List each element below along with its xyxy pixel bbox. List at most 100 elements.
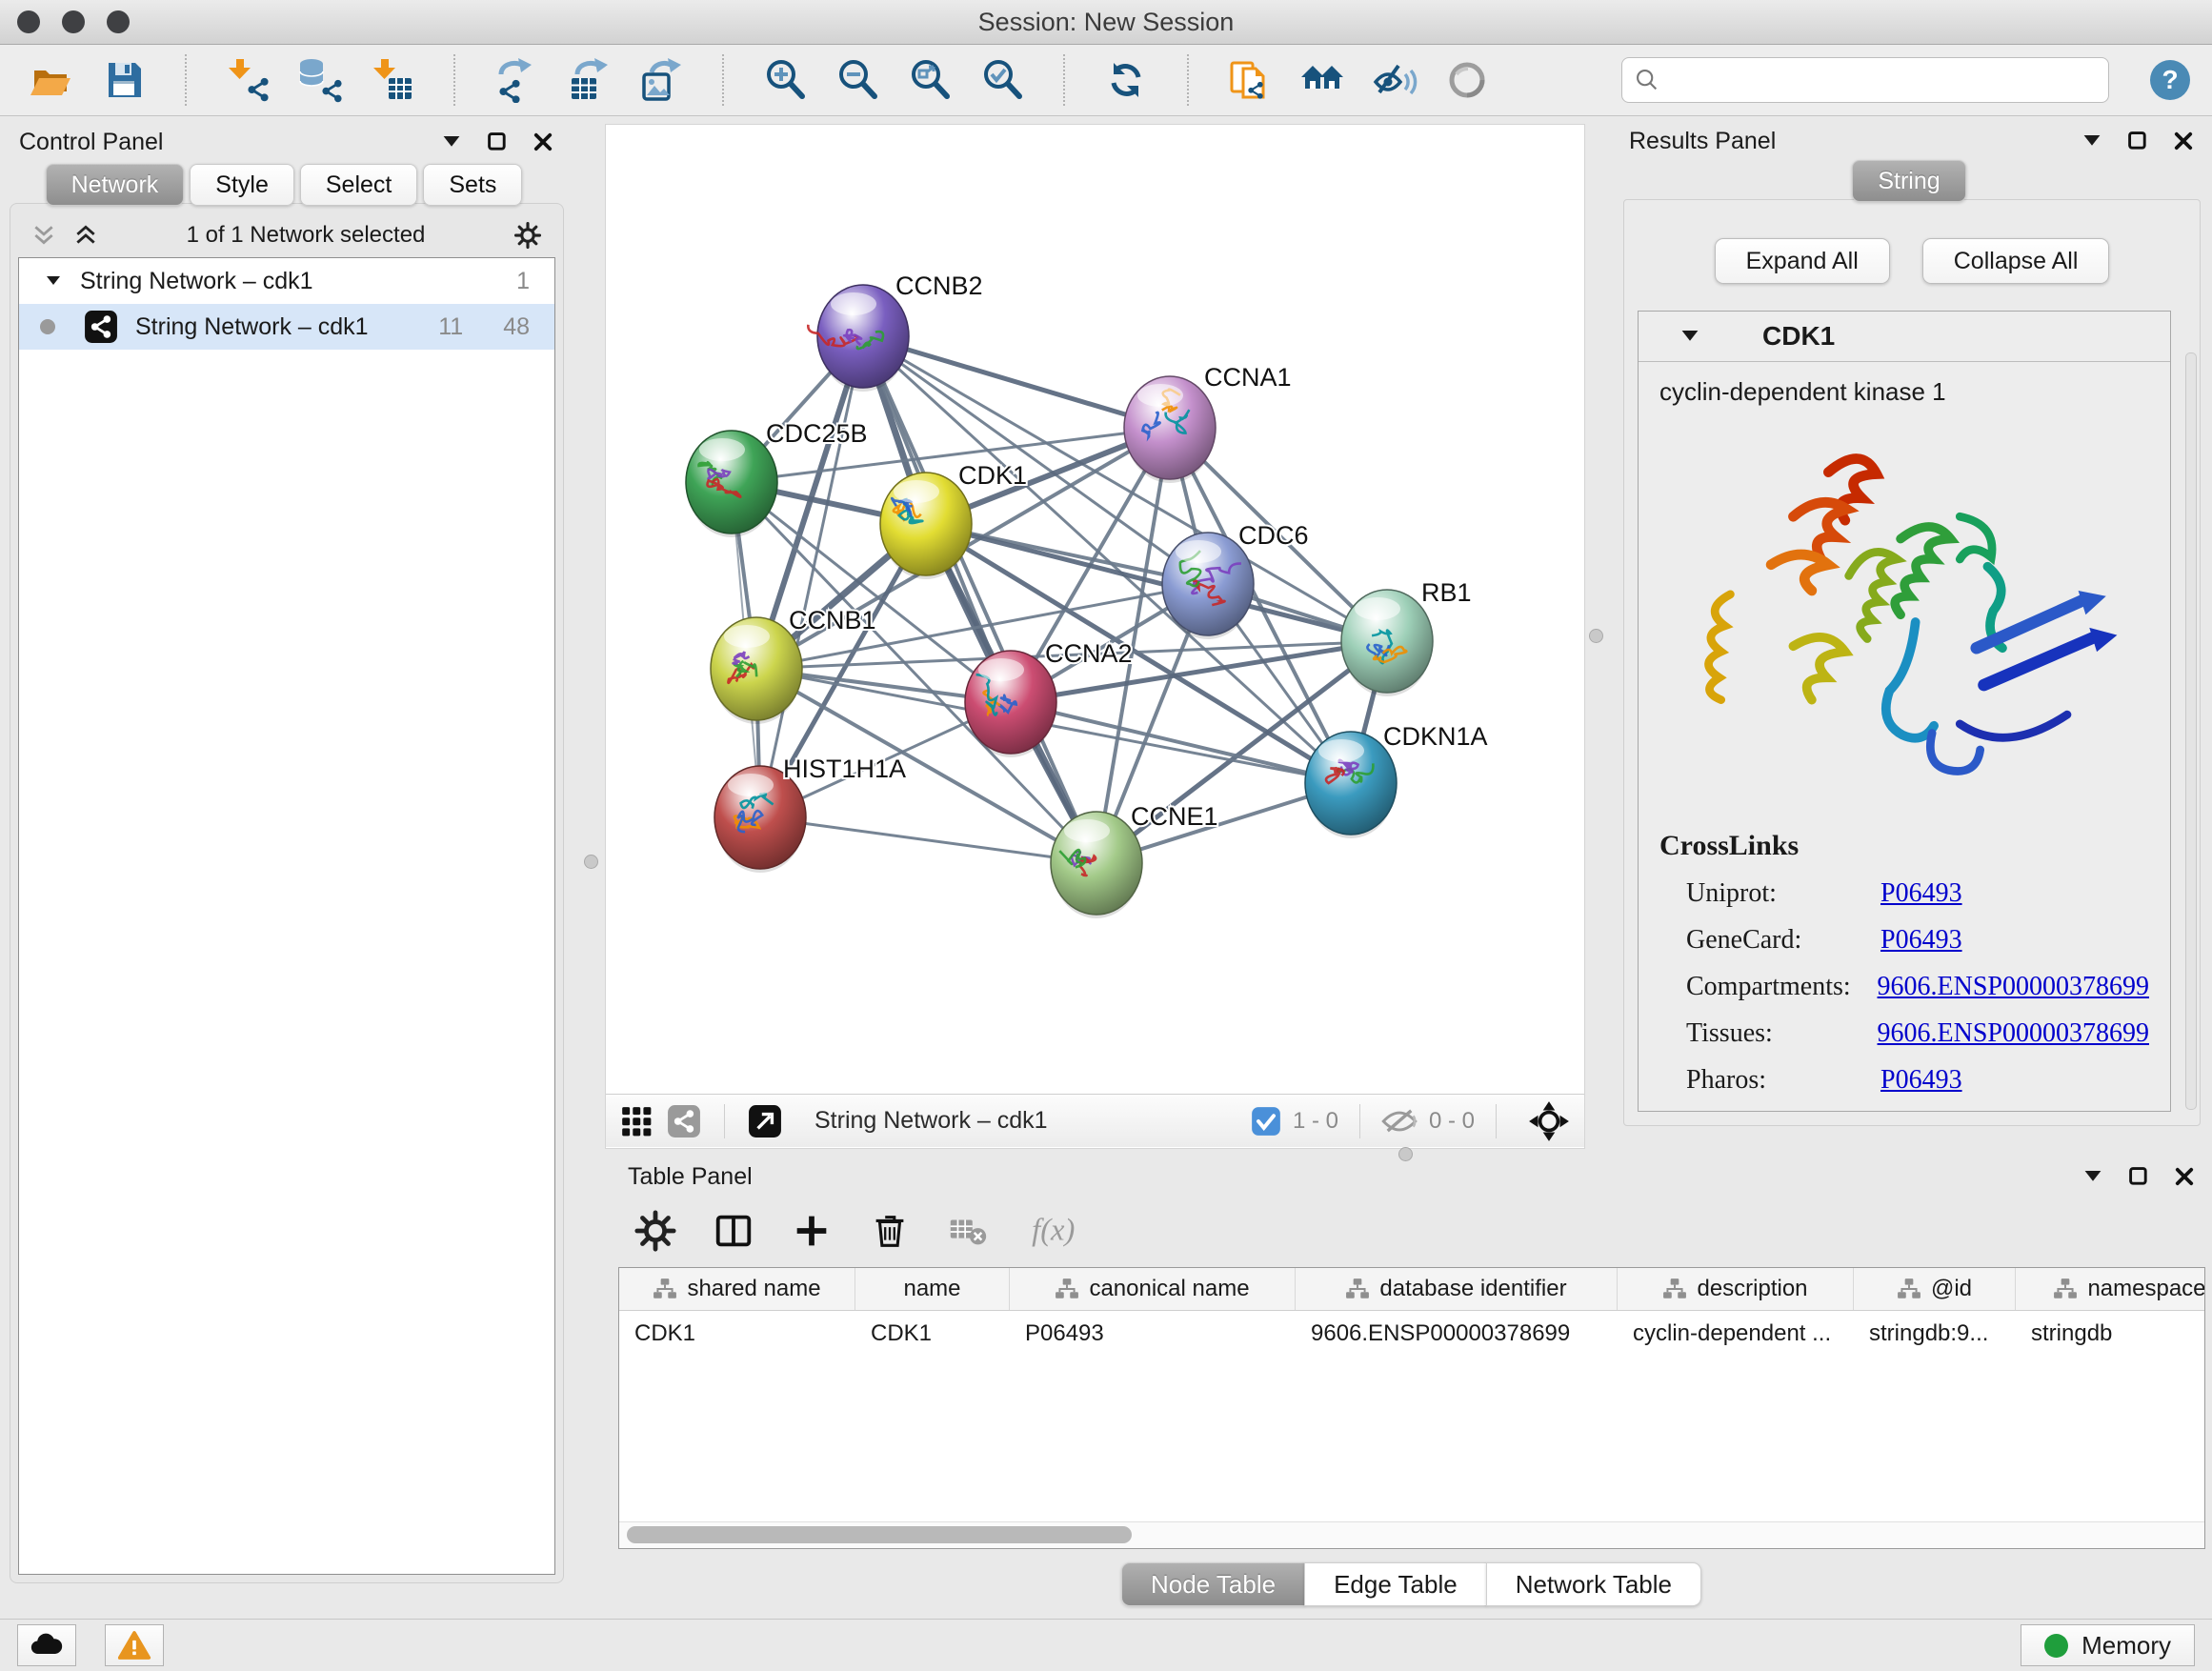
crosslink-link[interactable]: P06493 bbox=[1880, 878, 1962, 909]
network-edge[interactable] bbox=[863, 336, 1096, 863]
memory-button[interactable]: Memory bbox=[2021, 1624, 2195, 1666]
export-image-icon[interactable] bbox=[638, 57, 684, 103]
right-splitter-handle[interactable] bbox=[1589, 629, 1603, 643]
network-canvas[interactable]: CCNB2CCNA1CDC25BCDK1CDC6RB1CCNB1CCNA2CDK… bbox=[606, 125, 1584, 1094]
refresh-icon[interactable] bbox=[1103, 57, 1149, 103]
search-box[interactable] bbox=[1621, 57, 2109, 103]
close-panel-icon[interactable] bbox=[2173, 1165, 2196, 1188]
crosslink-link[interactable]: P06493 bbox=[1880, 925, 1962, 956]
help-icon[interactable]: ? bbox=[2147, 57, 2193, 103]
hidden-eye-icon[interactable] bbox=[1381, 1108, 1418, 1135]
save-session-icon[interactable] bbox=[101, 57, 147, 103]
tab-network-table[interactable]: Network Table bbox=[1486, 1562, 1701, 1606]
column-header[interactable]: description bbox=[1618, 1268, 1854, 1310]
tab-select[interactable]: Select bbox=[300, 164, 417, 206]
clone-network-icon[interactable] bbox=[1227, 57, 1273, 103]
table-row[interactable]: CDK1CDK1P064939606.ENSP00000378699cyclin… bbox=[619, 1311, 2204, 1357]
show-graphics-icon[interactable] bbox=[1444, 57, 1490, 103]
delete-column-icon[interactable] bbox=[868, 1209, 912, 1253]
network-node[interactable] bbox=[965, 651, 1056, 757]
table-cell[interactable]: CDK1 bbox=[855, 1311, 1010, 1357]
crosslink-link[interactable]: P06493 bbox=[1880, 1065, 1962, 1096]
panel-menu-icon[interactable] bbox=[2081, 1165, 2104, 1188]
zoom-in-icon[interactable] bbox=[762, 57, 808, 103]
table-cell[interactable]: stringdb bbox=[2016, 1311, 2204, 1357]
overview-icon[interactable] bbox=[1299, 57, 1345, 103]
table-options-gear-icon[interactable] bbox=[633, 1209, 677, 1253]
gene-section-header[interactable]: CDK1 bbox=[1639, 312, 2170, 362]
tab-node-table[interactable]: Node Table bbox=[1121, 1562, 1305, 1606]
open-session-icon[interactable] bbox=[29, 57, 74, 103]
table-cell[interactable]: stringdb:9... bbox=[1854, 1311, 2016, 1357]
detach-view-icon[interactable] bbox=[748, 1104, 782, 1138]
column-header[interactable]: canonical name bbox=[1010, 1268, 1296, 1310]
zoom-selected-icon[interactable] bbox=[979, 57, 1025, 103]
tab-network[interactable]: Network bbox=[46, 164, 185, 206]
show-columns-icon[interactable] bbox=[712, 1209, 755, 1253]
cloud-button[interactable] bbox=[17, 1624, 76, 1666]
expand-all-button[interactable]: Expand All bbox=[1715, 238, 1890, 284]
results-vertical-scrollbar[interactable] bbox=[2185, 352, 2197, 1110]
table-cell[interactable]: CDK1 bbox=[619, 1311, 855, 1357]
table-cell[interactable]: 9606.ENSP00000378699 bbox=[1296, 1311, 1618, 1357]
panel-menu-icon[interactable] bbox=[440, 131, 463, 153]
network-node[interactable] bbox=[1124, 376, 1216, 483]
float-panel-icon[interactable] bbox=[2127, 1165, 2150, 1188]
table-horizontal-scrollbar[interactable] bbox=[619, 1521, 2204, 1548]
string-app-icon[interactable] bbox=[667, 1104, 701, 1138]
network-row[interactable]: String Network – cdk1 11 48 bbox=[19, 304, 554, 350]
selected-checkbox-icon[interactable] bbox=[1251, 1106, 1281, 1137]
table-cell[interactable]: P06493 bbox=[1010, 1311, 1296, 1357]
close-window-icon[interactable] bbox=[17, 10, 40, 33]
panel-menu-icon[interactable] bbox=[2081, 130, 2103, 152]
network-edge[interactable] bbox=[760, 336, 863, 817]
maximize-window-icon[interactable] bbox=[107, 10, 130, 33]
collapse-all-networks-icon[interactable] bbox=[31, 223, 56, 248]
import-network-icon[interactable] bbox=[225, 57, 271, 103]
network-collection-row[interactable]: String Network – cdk1 1 bbox=[19, 258, 554, 304]
import-table-icon[interactable] bbox=[370, 57, 415, 103]
column-header[interactable]: shared name bbox=[619, 1268, 855, 1310]
table-cell[interactable]: cyclin-dependent ... bbox=[1618, 1311, 1854, 1357]
gene-caret-icon[interactable] bbox=[1679, 325, 1701, 348]
crosslink-link[interactable]: 9606.ENSP00000378699 bbox=[1878, 1018, 2149, 1049]
column-header[interactable]: database identifier bbox=[1296, 1268, 1618, 1310]
column-header[interactable]: @id bbox=[1854, 1268, 2016, 1310]
birds-eye-view-icon[interactable] bbox=[1527, 1099, 1571, 1143]
collapse-all-button[interactable]: Collapse All bbox=[1922, 238, 2110, 284]
hide-selected-icon[interactable] bbox=[1372, 57, 1418, 103]
float-panel-icon[interactable] bbox=[2126, 130, 2149, 152]
network-node[interactable] bbox=[686, 431, 777, 537]
network-edge[interactable] bbox=[760, 817, 1096, 863]
export-network-icon[interactable] bbox=[493, 57, 539, 103]
tab-string[interactable]: String bbox=[1852, 160, 1965, 202]
zoom-out-icon[interactable] bbox=[835, 57, 880, 103]
left-splitter-handle[interactable] bbox=[584, 855, 598, 869]
collection-caret-icon[interactable] bbox=[44, 272, 63, 291]
column-header[interactable]: name bbox=[855, 1268, 1010, 1310]
network-options-gear-icon[interactable] bbox=[513, 221, 542, 250]
create-column-icon[interactable] bbox=[790, 1209, 834, 1253]
tab-edge-table[interactable]: Edge Table bbox=[1304, 1562, 1487, 1606]
close-panel-icon[interactable] bbox=[2172, 130, 2195, 152]
network-node[interactable] bbox=[1341, 590, 1433, 696]
float-panel-icon[interactable] bbox=[486, 131, 509, 153]
expand-all-networks-icon[interactable] bbox=[73, 223, 98, 248]
network-node[interactable] bbox=[808, 285, 909, 392]
crosslink-link[interactable]: 9606.ENSP00000378699 bbox=[1878, 972, 2149, 1002]
network-edge-count: 48 bbox=[503, 313, 530, 341]
column-header[interactable]: namespace bbox=[2016, 1268, 2204, 1310]
minimize-window-icon[interactable] bbox=[62, 10, 85, 33]
zoom-fit-icon[interactable] bbox=[907, 57, 953, 103]
tab-sets[interactable]: Sets bbox=[423, 164, 522, 206]
import-database-icon[interactable] bbox=[297, 57, 343, 103]
tile-windows-icon[interactable] bbox=[619, 1104, 654, 1138]
search-input[interactable] bbox=[1670, 66, 2097, 94]
export-table-icon[interactable] bbox=[566, 57, 612, 103]
close-panel-icon[interactable] bbox=[532, 131, 554, 153]
warnings-button[interactable] bbox=[105, 1624, 164, 1666]
network-edge[interactable] bbox=[863, 336, 1170, 428]
scrollbar-thumb[interactable] bbox=[627, 1526, 1132, 1543]
tab-style[interactable]: Style bbox=[190, 164, 294, 206]
network-node[interactable] bbox=[1051, 812, 1142, 918]
